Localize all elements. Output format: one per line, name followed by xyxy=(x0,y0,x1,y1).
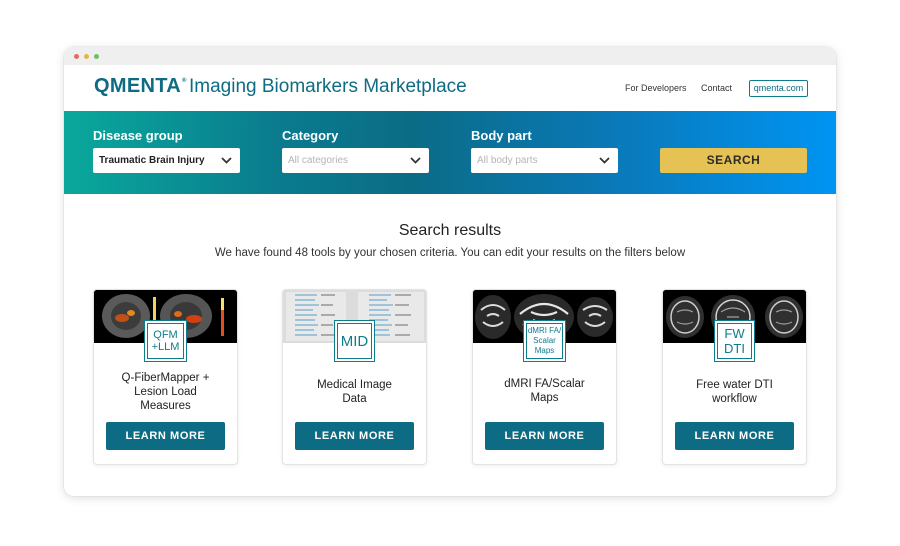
nav-qmenta-site-button[interactable]: qmenta.com xyxy=(749,80,808,97)
learn-more-button[interactable]: LEARN MORE xyxy=(485,422,604,450)
chevron-down-icon xyxy=(410,157,421,164)
learn-more-button[interactable]: LEARN MORE xyxy=(675,422,794,450)
tool-card-dmri-fa[interactable]: dMRI FA/ Scalar Maps dMRI FA/Scalar Maps… xyxy=(472,289,617,465)
browser-window: QMENTA® Imaging Biomarkers Marketplace F… xyxy=(64,47,836,496)
body-part-select[interactable]: All body parts xyxy=(471,148,618,173)
tool-badge: MID xyxy=(334,320,375,362)
tool-card-mid[interactable]: MID Medical Image Data LEARN MORE xyxy=(282,289,427,465)
category-select[interactable]: All categories xyxy=(282,148,429,173)
qmenta-logo[interactable]: QMENTA® xyxy=(94,75,187,98)
tool-card-fw-dti[interactable]: FW DTI Free water DTI workflow LEARN MOR… xyxy=(662,289,807,465)
site-header: QMENTA® Imaging Biomarkers Marketplace F… xyxy=(64,65,836,111)
app-title: Imaging Biomarkers Marketplace xyxy=(189,76,467,97)
chevron-down-icon xyxy=(221,157,232,164)
category-label: Category xyxy=(282,128,339,143)
tool-card-qfm-llm[interactable]: QFM +LLM Q-FiberMapper + Lesion Load Mea… xyxy=(93,289,238,465)
disease-group-label: Disease group xyxy=(93,128,183,143)
search-button[interactable]: SEARCH xyxy=(660,148,807,173)
close-window-dot[interactable] xyxy=(74,54,79,59)
tool-badge: dMRI FA/ Scalar Maps xyxy=(523,320,566,362)
nav-contact[interactable]: Contact xyxy=(701,83,732,93)
nav-for-developers[interactable]: For Developers xyxy=(625,83,687,93)
tool-badge: FW DTI xyxy=(714,320,755,362)
chevron-down-icon xyxy=(599,157,610,164)
disease-group-select[interactable]: Traumatic Brain Injury xyxy=(93,148,240,173)
registered-mark: ® xyxy=(181,78,187,84)
minimize-window-dot[interactable] xyxy=(84,54,89,59)
tool-badge: QFM +LLM xyxy=(144,320,187,362)
tool-name: Q-FiberMapper + Lesion Load Measures xyxy=(121,372,210,412)
results-title: Search results xyxy=(398,222,502,239)
category-placeholder: All categories xyxy=(288,155,349,166)
window-chrome xyxy=(64,47,836,65)
learn-more-button[interactable]: LEARN MORE xyxy=(295,422,414,450)
body-part-placeholder: All body parts xyxy=(477,155,538,166)
search-banner: Disease group Traumatic Brain Injury Cat… xyxy=(64,111,836,194)
results-subtitle: We have found 48 tools by your chosen cr… xyxy=(214,247,686,259)
disease-group-value: Traumatic Brain Injury xyxy=(99,155,205,166)
learn-more-button[interactable]: LEARN MORE xyxy=(106,422,225,450)
tool-name: Medical Image Data xyxy=(317,379,392,405)
maximize-window-dot[interactable] xyxy=(94,54,99,59)
tool-name: Free water DTI workflow xyxy=(696,379,773,405)
body-part-label: Body part xyxy=(471,128,532,143)
tool-name: dMRI FA/Scalar Maps xyxy=(504,378,585,404)
